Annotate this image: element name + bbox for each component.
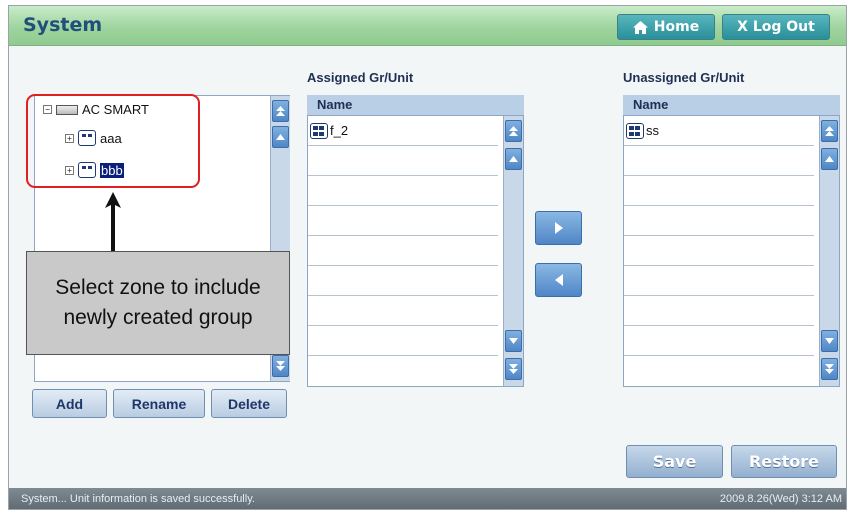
up-icon xyxy=(276,134,285,140)
list-item[interactable] xyxy=(308,296,498,326)
scroll-up-button[interactable] xyxy=(821,148,838,170)
logout-button[interactable]: X Log Out xyxy=(722,14,830,40)
rename-button[interactable]: Rename xyxy=(113,389,205,418)
logout-label: X Log Out xyxy=(737,19,815,35)
list-item[interactable] xyxy=(308,146,498,176)
save-label: Save xyxy=(652,452,697,471)
double-down-icon xyxy=(509,364,518,374)
unassigned-list-body[interactable]: ss xyxy=(623,115,840,387)
delete-label: Delete xyxy=(227,395,271,412)
scroll-down-button[interactable] xyxy=(505,330,522,352)
restore-label: Restore xyxy=(748,452,820,471)
annotation-arrow xyxy=(105,192,121,252)
list-item-label: f_2 xyxy=(330,123,349,138)
up-icon xyxy=(825,156,834,162)
system-window: System Home X Log Out − AC SMART + aaa +… xyxy=(8,5,847,510)
status-timestamp: 2009.8.26(Wed) 3:12 AM xyxy=(719,493,842,505)
scroll-top-button[interactable] xyxy=(505,120,522,142)
add-label: Add xyxy=(55,395,84,412)
unassigned-title: Unassigned Gr/Unit xyxy=(623,70,745,85)
assigned-title: Assigned Gr/Unit xyxy=(307,70,414,85)
unassigned-list[interactable]: Name ss xyxy=(623,95,840,388)
home-icon xyxy=(632,20,648,34)
status-bar: System... Unit information is saved succ… xyxy=(9,488,846,509)
restore-button[interactable]: Restore xyxy=(731,445,837,478)
delete-button[interactable]: Delete xyxy=(211,389,287,418)
scroll-up-button[interactable] xyxy=(272,126,289,148)
list-item[interactable] xyxy=(624,146,814,176)
highlight-annotation xyxy=(26,94,200,188)
double-up-icon xyxy=(825,126,834,136)
group-icon xyxy=(310,122,328,139)
home-label: Home xyxy=(653,19,700,35)
move-right-button[interactable] xyxy=(535,211,582,245)
callout-box: Select zone to include newly created gro… xyxy=(26,251,290,355)
page-title: System xyxy=(23,14,103,36)
double-up-icon xyxy=(276,106,285,116)
list-item[interactable] xyxy=(624,206,814,236)
scroll-bottom-button[interactable] xyxy=(505,358,522,380)
list-item[interactable] xyxy=(308,356,498,386)
down-icon xyxy=(825,338,834,344)
add-button[interactable]: Add xyxy=(32,389,107,418)
scroll-bottom-button[interactable] xyxy=(821,358,838,380)
assigned-list-body[interactable]: f_2 xyxy=(307,115,524,387)
callout-text: Select zone to include newly created gro… xyxy=(55,276,261,329)
list-item-label: ss xyxy=(646,123,659,138)
scroll-up-button[interactable] xyxy=(505,148,522,170)
list-item[interactable] xyxy=(308,236,498,266)
list-item[interactable] xyxy=(624,356,814,386)
assigned-list[interactable]: Name f_2 xyxy=(307,95,524,388)
list-item[interactable]: ss xyxy=(624,116,814,146)
list-item[interactable]: f_2 xyxy=(308,116,498,146)
home-button[interactable]: Home xyxy=(617,14,715,40)
arrow-right-icon xyxy=(554,222,563,234)
save-button[interactable]: Save xyxy=(626,445,723,478)
list-item[interactable] xyxy=(624,326,814,356)
double-down-icon xyxy=(276,361,285,371)
status-message: System... Unit information is saved succ… xyxy=(21,493,255,505)
rename-label: Rename xyxy=(131,395,187,412)
double-down-icon xyxy=(825,364,834,374)
unassigned-column-header: Name xyxy=(623,95,840,115)
list-item[interactable] xyxy=(624,236,814,266)
move-left-button[interactable] xyxy=(535,263,582,297)
list-item[interactable] xyxy=(624,266,814,296)
arrow-left-icon xyxy=(554,274,563,286)
scroll-down-button[interactable] xyxy=(821,330,838,352)
assigned-scrollbar[interactable] xyxy=(503,116,523,386)
list-item[interactable] xyxy=(624,176,814,206)
unassigned-scrollbar[interactable] xyxy=(819,116,839,386)
down-icon xyxy=(509,338,518,344)
list-item[interactable] xyxy=(308,266,498,296)
group-icon xyxy=(626,122,644,139)
double-up-icon xyxy=(509,126,518,136)
list-item[interactable] xyxy=(308,326,498,356)
assigned-column-header: Name xyxy=(307,95,524,115)
list-item[interactable] xyxy=(308,206,498,236)
scroll-top-button[interactable] xyxy=(821,120,838,142)
list-item[interactable] xyxy=(624,296,814,326)
scroll-bottom-button[interactable] xyxy=(272,355,289,377)
list-item[interactable] xyxy=(308,176,498,206)
title-bar: System Home X Log Out xyxy=(9,6,846,46)
up-icon xyxy=(509,156,518,162)
scroll-top-button[interactable] xyxy=(272,100,289,122)
